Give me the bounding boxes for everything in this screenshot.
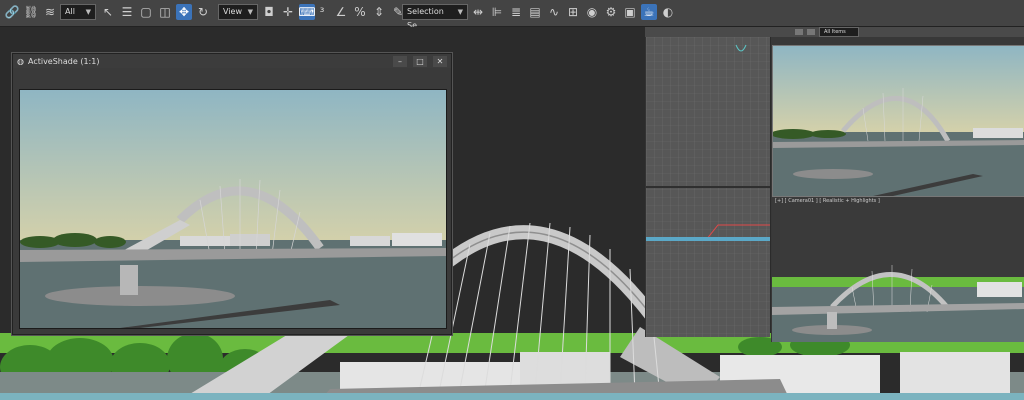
select-object-icon[interactable]: ↖: [100, 4, 116, 20]
camera-viewports-panel: [+] [ Camera01 ] [ Realistic + Highlight…: [771, 37, 1024, 342]
camera-realistic-viewport[interactable]: [+] [ Camera01 ] [ Realistic + Highlight…: [772, 197, 1024, 342]
select-and-rotate-icon[interactable]: ↻: [195, 4, 211, 20]
named-selection-dropdown[interactable]: Create Selection Se▼: [402, 0, 468, 30]
chevron-down-icon: ▼: [85, 8, 91, 16]
teapot-icon: ◍: [17, 56, 24, 66]
link-tools-group: 🔗 ⛓ ≋: [4, 3, 58, 21]
rendered-bridge-scene: [20, 90, 446, 328]
side-viewport-toolbar: All Items: [645, 27, 1024, 37]
orthographic-views-panel[interactable]: [645, 37, 770, 337]
align-icon[interactable]: ⊫: [489, 4, 505, 20]
graphite-ribbon-icon[interactable]: ▤: [527, 4, 543, 20]
render-tools-group: ⇹ ⊫ ≣ ▤ ∿ ⊞ ◉ ⚙ ▣ ☕ ◐: [470, 3, 676, 21]
percent-snap-icon[interactable]: %: [352, 4, 368, 20]
view-icon[interactable]: [807, 29, 815, 35]
snap-tools-group: ³ ∠ % ⇕ ✎: [314, 3, 406, 21]
window-crossing-icon[interactable]: ◫: [157, 4, 173, 20]
minimize-button[interactable]: –: [393, 55, 407, 67]
select-and-manipulate-icon[interactable]: ✛: [280, 4, 296, 20]
mirror-icon[interactable]: ⇹: [470, 4, 486, 20]
layer-manager-icon[interactable]: ≣: [508, 4, 524, 20]
realistic-bridge-scene: [772, 265, 1024, 342]
snaps-toggle-icon[interactable]: ³: [314, 4, 330, 20]
main-toolbar: 🔗 ⛓ ≋ All ▼ ↖ ☰ ▢ ◫ ✥ ↻ ⧈ View ▼ ◘ ✛ ⌨ ³ ∠…: [0, 0, 1024, 30]
activeshade-titlebar[interactable]: ◍ ActiveShade (1:1) – □ ✕: [13, 54, 451, 68]
render-activeshade-icon[interactable]: ◐: [660, 4, 676, 20]
chevron-down-icon: ▼: [457, 8, 463, 16]
coord-system-group: View ▼ ◘ ✛ ⌨: [218, 3, 316, 21]
material-editor-icon[interactable]: ◉: [584, 4, 600, 20]
rendered-frame-window-icon[interactable]: ▣: [622, 4, 638, 20]
reference-coord-dropdown[interactable]: View ▼: [218, 4, 258, 20]
selection-tools-group: ↖ ☰ ▢ ◫ ✥ ↻ ⧈: [100, 3, 230, 21]
activeshade-title: ActiveShade (1:1): [27, 56, 100, 66]
render-production-icon[interactable]: ☕: [641, 4, 657, 20]
grid-views: [646, 37, 770, 337]
selection-filter-group: All ▼: [60, 3, 96, 21]
preview-bridge-scene: [773, 46, 1024, 196]
bind-to-space-warp-icon[interactable]: ≋: [42, 4, 58, 20]
select-and-move-icon[interactable]: ✥: [176, 4, 192, 20]
rectangular-selection-icon[interactable]: ▢: [138, 4, 154, 20]
spinner-snap-icon[interactable]: ⇕: [371, 4, 387, 20]
keyboard-shortcut-override-icon[interactable]: ⌨: [298, 4, 316, 20]
selection-filter-dropdown[interactable]: All ▼: [60, 4, 96, 20]
schematic-view-icon[interactable]: ⊞: [565, 4, 581, 20]
window-controls: – □ ✕: [393, 55, 447, 67]
maximize-button[interactable]: □: [413, 55, 427, 67]
named-selection-group: Create Selection Se▼: [402, 0, 468, 30]
chevron-down-icon: ▼: [247, 8, 253, 16]
perspective-viewport[interactable]: ◍ ActiveShade (1:1) – □ ✕ All Items [+] …: [0, 27, 1024, 400]
angle-snap-icon[interactable]: ∠: [333, 4, 349, 20]
building: [900, 352, 1010, 400]
select-by-name-icon[interactable]: ☰: [119, 4, 135, 20]
render-setup-icon[interactable]: ⚙: [603, 4, 619, 20]
unlink-selection-icon[interactable]: ⛓: [23, 4, 39, 20]
pivot-center-icon[interactable]: ◘: [261, 4, 277, 20]
activeshade-render[interactable]: [19, 89, 447, 329]
activeshade-window: ◍ ActiveShade (1:1) – □ ✕: [12, 53, 452, 335]
close-button[interactable]: ✕: [433, 55, 447, 67]
curve-editor-icon[interactable]: ∿: [546, 4, 562, 20]
camera-dropdown-value: All Items: [824, 29, 846, 35]
titlebar-left: ◍ ActiveShade (1:1): [17, 57, 99, 66]
camera-render-preview[interactable]: [772, 45, 1024, 197]
reference-coord-value: View: [223, 7, 242, 16]
selection-filter-value: All: [65, 7, 75, 16]
camera-dropdown[interactable]: All Items: [819, 27, 859, 37]
view-icon[interactable]: [795, 29, 803, 35]
select-and-link-icon[interactable]: 🔗: [4, 4, 20, 20]
